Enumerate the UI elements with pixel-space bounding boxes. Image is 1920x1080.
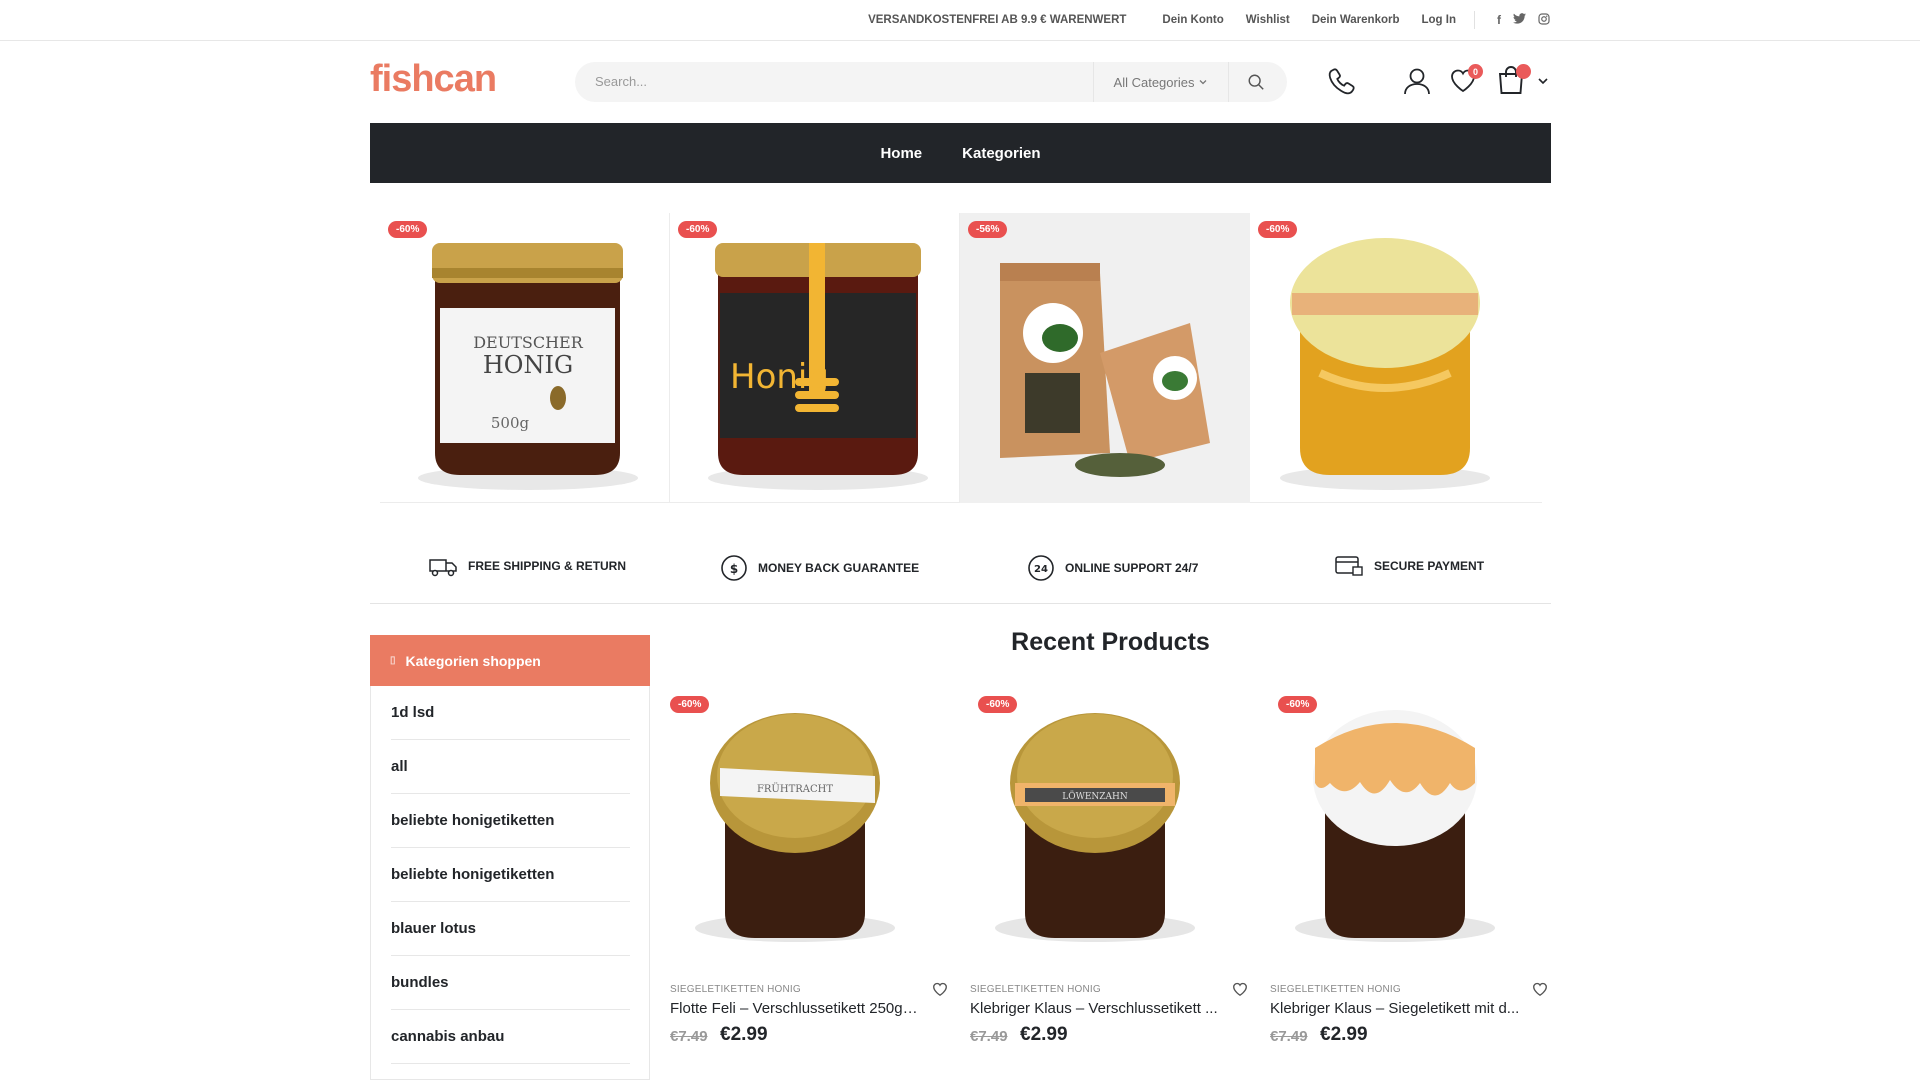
truck-icon <box>429 559 457 577</box>
product-name[interactable]: Flotte Feli – Verschlussetikett 250g (..… <box>670 1000 920 1017</box>
svg-text:500g: 500g <box>491 414 530 432</box>
product-old-price: €7.49 <box>670 1028 708 1045</box>
hero-product-card[interactable]: Honig -60% <box>670 213 960 503</box>
hero-product-card[interactable]: -56% <box>960 213 1250 503</box>
search-bar: Search... All Categories <box>575 62 1287 102</box>
divider <box>1474 11 1475 29</box>
svg-text:HONIG: HONIG <box>483 351 573 379</box>
svg-text:$: $ <box>730 562 738 576</box>
discount-badge: -60% <box>978 696 1018 713</box>
cart-count-badge <box>1516 64 1531 79</box>
feature-free-shipping: FREE SHIPPING & RETURN <box>428 554 626 578</box>
hero-products: DEUTSCHER HONIG 500g -60% Honig -60% -56… <box>380 213 1542 503</box>
product-price: €2.99 <box>1020 1024 1068 1045</box>
product-category[interactable]: SIEGELETIKETTEN HONIG <box>970 984 1101 995</box>
discount-badge: -60% <box>670 696 710 713</box>
product-image: FRÜHTRACHT <box>695 713 895 942</box>
product-image <box>1295 710 1495 942</box>
category-select[interactable]: All Categories <box>1093 62 1229 102</box>
product-name[interactable]: Klebriger Klaus – Siegeletikett mit d... <box>1270 1000 1520 1017</box>
search-icon[interactable] <box>1247 73 1265 91</box>
discount-badge: -56% <box>968 221 1008 238</box>
heart-icon[interactable] <box>932 982 948 997</box>
feature-secure-payment: SECURE PAYMENT <box>1334 554 1484 578</box>
product-category[interactable]: SIEGELETIKETTEN HONIG <box>670 984 801 995</box>
support-24-icon: 24 <box>1028 555 1054 581</box>
top-bar: VERSANDKOSTENFREI AB 9.9 € WARENWERT Dei… <box>0 0 1920 41</box>
link-account[interactable]: Dein Konto <box>1162 14 1223 26</box>
sidebar-item-bundles[interactable]: bundles <box>391 956 630 1010</box>
feature-money-back: $ MONEY BACK GUARANTEE <box>720 554 919 582</box>
product-image: LÖWENZAHN <box>995 713 1195 942</box>
svg-text:DEUTSCHER: DEUTSCHER <box>473 333 584 352</box>
product-name[interactable]: Klebriger Klaus – Verschlussetikett ... <box>970 1000 1220 1017</box>
sidebar-item-beliebte-honigetiketten[interactable]: beliebte honigetiketten <box>391 794 630 848</box>
user-icon[interactable] <box>1402 66 1432 96</box>
nav-item-kategorien[interactable]: Kategorien <box>962 145 1040 162</box>
main-nav: Home Kategorien <box>370 123 1551 183</box>
link-cart[interactable]: Dein Warenkorb <box>1312 14 1400 26</box>
sidebar-item-cannabis-anbau[interactable]: cannabis anbau <box>391 1010 630 1064</box>
facebook-icon[interactable]: f <box>1497 13 1501 27</box>
product-old-price: €7.49 <box>1270 1028 1308 1045</box>
phone-icon[interactable] <box>1326 66 1358 98</box>
dollar-circle-icon: $ <box>721 555 747 581</box>
discount-badge: -60% <box>1258 221 1298 238</box>
sidebar-item-blauer-lotus[interactable]: blauer lotus <box>391 902 630 956</box>
sidebar-item-all[interactable]: all <box>391 740 630 794</box>
credit-card-lock-icon <box>1335 556 1363 576</box>
discount-badge: -60% <box>678 221 718 238</box>
twitter-icon[interactable] <box>1513 13 1526 27</box>
product-category[interactable]: SIEGELETIKETTEN HONIG <box>1270 984 1401 995</box>
search-input[interactable]: Search... <box>595 74 647 89</box>
product-old-price: €7.49 <box>970 1028 1008 1045</box>
social-links: f <box>1485 12 1550 28</box>
svg-text:24: 24 <box>1034 564 1048 575</box>
sidebar-item-beliebte-honigetiketten-2[interactable]: beliebte honigetiketten <box>391 848 630 902</box>
tea-bag-image <box>1000 263 1210 477</box>
heart-icon[interactable] <box>1532 982 1548 997</box>
heart-icon[interactable] <box>1232 982 1248 997</box>
wishlist-count-badge: 0 <box>1468 64 1483 79</box>
feature-label: MONEY BACK GUARANTEE <box>758 561 920 575</box>
sidebar-item-1d-lsd[interactable]: 1d lsd <box>391 686 630 740</box>
feature-strip: FREE SHIPPING & RETURN $ MONEY BACK GUAR… <box>370 538 1551 604</box>
shipping-promo: VERSANDKOSTENFREI AB 9.9 € WARENWERT <box>868 14 1127 26</box>
product-price: €2.99 <box>720 1024 768 1045</box>
jar-label-text: LÖWENZAHN <box>1062 790 1128 802</box>
hero-product-card[interactable]: -60% <box>1250 213 1540 503</box>
feature-support: 24 ONLINE SUPPORT 24/7 <box>1027 554 1198 582</box>
top-links: VERSANDKOSTENFREI AB 9.9 € WARENWERT Dei… <box>868 0 1550 40</box>
feature-label: ONLINE SUPPORT 24/7 <box>1065 561 1199 575</box>
sidebar-title: Kategorien shoppen <box>405 652 541 669</box>
site-logo[interactable]: fishcan <box>370 58 497 101</box>
discount-badge: -60% <box>1278 696 1318 713</box>
link-login[interactable]: Log In <box>1422 14 1457 26</box>
menu-icon: ▯ <box>390 655 396 666</box>
product-price: €2.99 <box>1320 1024 1368 1045</box>
honey-jar-image: DEUTSCHER HONIG 500g <box>418 243 638 490</box>
instagram-icon[interactable] <box>1538 12 1550 28</box>
section-title: Recent Products <box>1011 628 1210 656</box>
jar-label-text: FRÜHTRACHT <box>757 783 833 795</box>
feature-label: FREE SHIPPING & RETURN <box>468 559 627 573</box>
category-select-label: All Categories <box>1113 74 1195 90</box>
chevron-down-icon <box>1200 80 1207 85</box>
nav-item-home[interactable]: Home <box>880 145 922 162</box>
link-wishlist[interactable]: Wishlist <box>1246 14 1290 26</box>
sidebar-header: ▯ Kategorien shoppen <box>370 635 650 686</box>
feature-label: SECURE PAYMENT <box>1374 559 1485 573</box>
cart-dropdown-chevron-icon[interactable] <box>1538 77 1548 85</box>
honey-jar-image <box>1280 238 1490 490</box>
discount-badge: -60% <box>388 221 428 238</box>
hero-product-card[interactable]: DEUTSCHER HONIG 500g -60% <box>380 213 670 503</box>
honey-jar-image: Honig <box>708 243 928 490</box>
